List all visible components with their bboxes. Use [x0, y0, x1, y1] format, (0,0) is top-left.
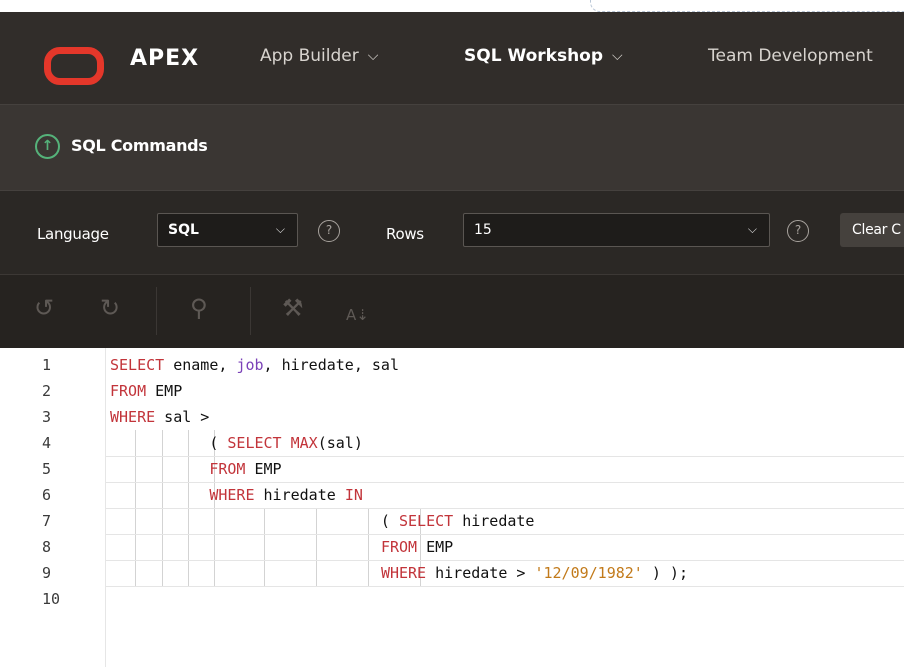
line-number: 10 — [42, 590, 61, 608]
search-icon[interactable]: ⚲ — [190, 293, 208, 323]
nav-app-builder[interactable]: App Builder ⌵ — [260, 46, 378, 66]
code-text: SELECT ename, job, hiredate, sal — [110, 356, 399, 374]
code-text: FROM EMP — [380, 538, 454, 556]
line-number: 6 — [42, 486, 52, 504]
code-line[interactable]: 6 WHERE hiredate IN — [0, 482, 904, 508]
language-help-icon[interactable]: ? — [318, 220, 340, 242]
code-line[interactable]: 2 FROM EMP — [0, 378, 904, 404]
code-text: ( SELECT hiredate — [110, 512, 535, 530]
page-title: SQL Commands — [71, 136, 208, 155]
code-text: FROM EMP — [110, 382, 183, 400]
code-line[interactable]: 1 SELECT ename, job, hiredate, sal — [0, 352, 904, 378]
sql-commands-toolbar: Language SQL ⌵ ? Rows 15 ⌵ ? Clear C — [0, 190, 904, 275]
toolbar-divider — [156, 287, 157, 335]
language-label: Language — [37, 225, 109, 243]
line-number: 8 — [42, 538, 52, 556]
toolbar-divider — [250, 287, 251, 335]
language-select[interactable]: SQL ⌵ — [157, 213, 298, 247]
line-number: 3 — [42, 408, 52, 426]
oracle-logo-icon[interactable] — [44, 47, 104, 85]
code-text: ( SELECT MAX(sal) — [110, 434, 363, 452]
top-search-outline[interactable] — [590, 0, 904, 12]
app-header: APEX App Builder ⌵ SQL Workshop ⌵ Team D… — [0, 12, 904, 104]
code-line[interactable]: 9 WHERE hiredate > '12/09/1982' ) ); — [0, 560, 904, 586]
code-line[interactable]: 4 ( SELECT MAX(sal) — [0, 430, 904, 456]
rows-label: Rows — [386, 225, 424, 243]
code-text: WHERE hiredate > '12/09/1982' ) ); — [380, 564, 688, 582]
code-editor[interactable]: 1 SELECT ename, job, hiredate, sal 2 FROM E… — [0, 348, 904, 667]
line-number: 2 — [42, 382, 52, 400]
rows-select-value: 15 — [474, 222, 492, 238]
nav-app-builder-label: App Builder — [260, 46, 359, 66]
nav-sql-workshop[interactable]: SQL Workshop ⌵ — [464, 46, 623, 66]
breadcrumb-bar: ↑ SQL Commands — [0, 104, 904, 191]
chevron-down-icon: ⌵ — [367, 48, 379, 64]
window-top-strip — [0, 0, 904, 12]
rows-help-icon[interactable]: ? — [787, 220, 809, 242]
code-text: FROM EMP — [209, 460, 282, 478]
code-line[interactable]: 8 FROM EMP — [0, 534, 904, 560]
line-number: 1 — [42, 356, 52, 374]
brand-name[interactable]: APEX — [130, 46, 199, 71]
redo-icon[interactable]: ↻ — [100, 293, 120, 323]
code-line[interactable]: 5 FROM EMP — [0, 456, 904, 482]
nav-team-development[interactable]: Team Development — [708, 46, 873, 66]
line-number: 4 — [42, 434, 52, 452]
hammer-icon[interactable]: ⚒ — [282, 293, 304, 323]
code-line[interactable]: 3 WHERE sal > — [0, 404, 904, 430]
line-number: 5 — [42, 460, 52, 478]
code-line[interactable]: 10 — [0, 586, 904, 612]
code-text: WHERE hiredate IN — [209, 486, 363, 504]
line-number: 7 — [42, 512, 52, 530]
code-line[interactable]: 7 ( SELECT hiredate — [0, 508, 904, 534]
clear-command-button[interactable]: Clear C — [840, 213, 904, 247]
sort-az-icon[interactable]: A⇣ — [346, 300, 369, 330]
editor-toolbar: ↺ ↻ ⚲ ⚒ A⇣ — [0, 274, 904, 349]
undo-icon[interactable]: ↺ — [34, 293, 54, 323]
rows-select[interactable]: 15 ⌵ — [463, 213, 770, 247]
arrow-up-circle-icon[interactable]: ↑ — [35, 134, 60, 159]
chevron-down-icon: ⌵ — [275, 222, 285, 236]
code-text: WHERE sal > — [110, 408, 210, 426]
chevron-down-icon: ⌵ — [747, 222, 757, 236]
nav-sql-workshop-label: SQL Workshop — [464, 46, 604, 66]
line-number: 9 — [42, 564, 52, 582]
chevron-down-icon: ⌵ — [612, 48, 623, 64]
nav-team-development-label: Team Development — [708, 46, 873, 66]
language-select-value: SQL — [168, 222, 199, 238]
